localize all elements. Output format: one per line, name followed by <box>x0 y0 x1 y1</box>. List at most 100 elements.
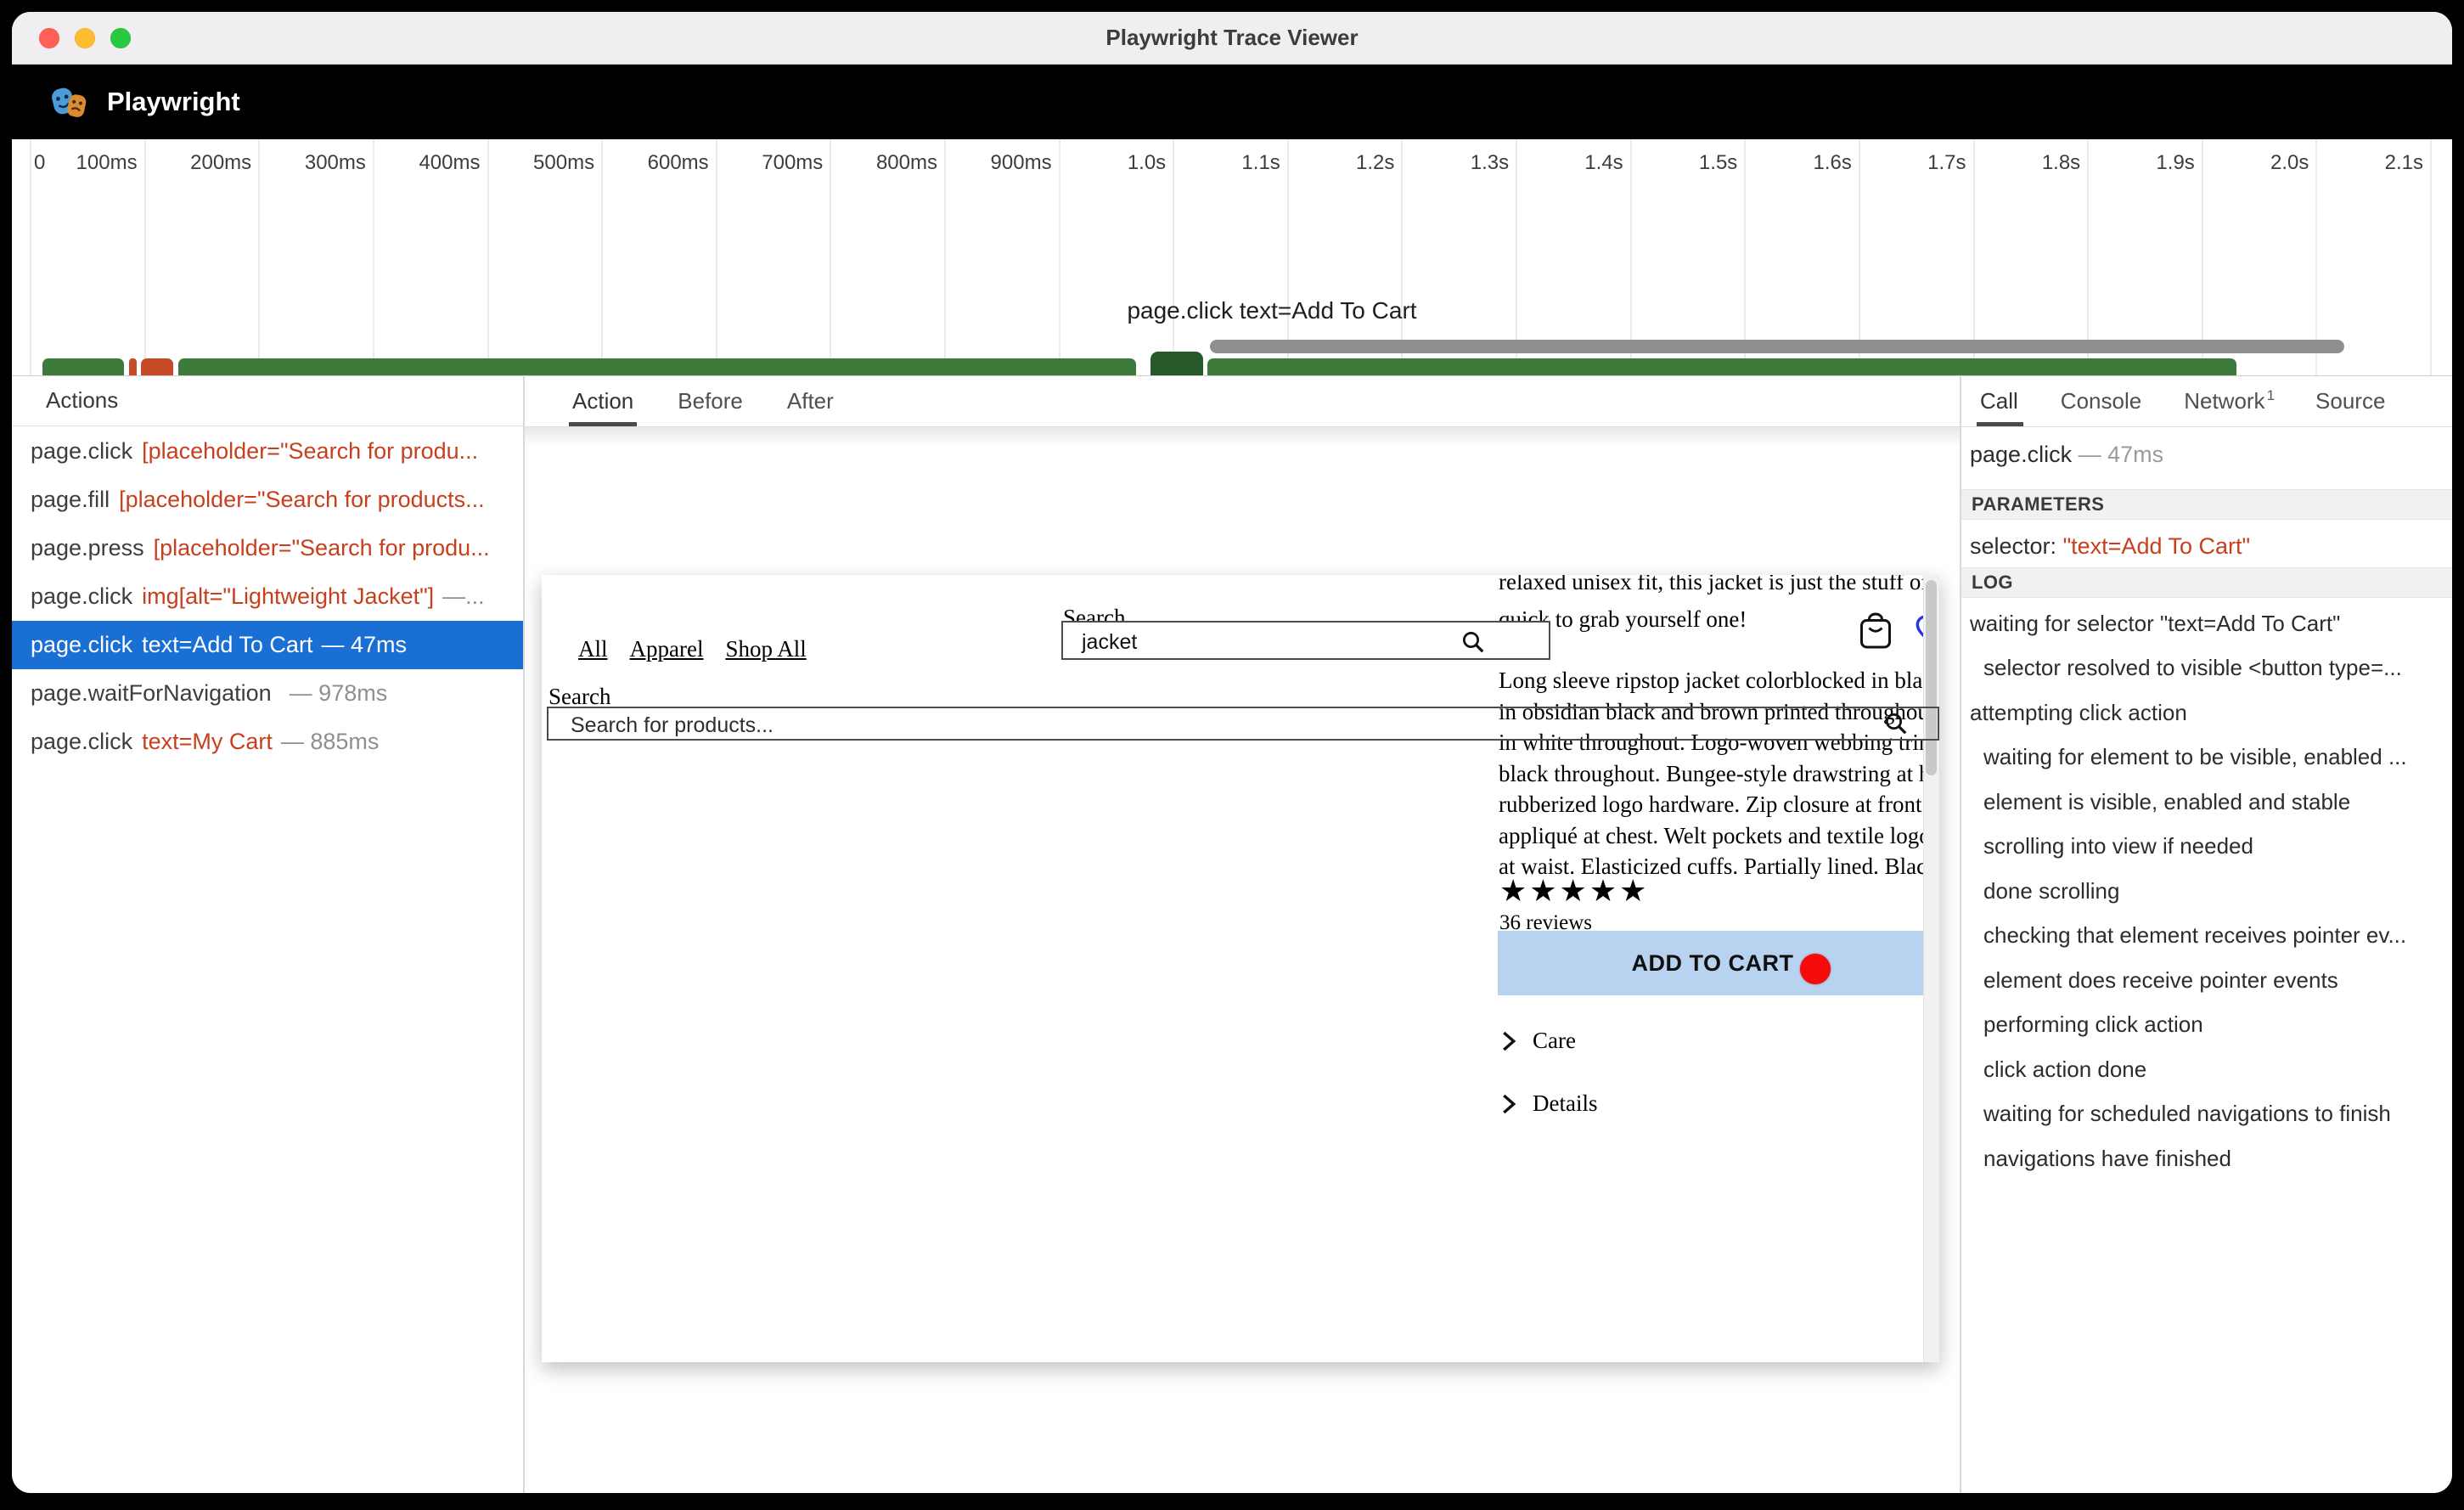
log-entry: waiting for selector "text=Add To Cart" <box>1961 601 2452 646</box>
network-count-badge: 1 <box>2267 387 2275 404</box>
shopping-bag-icon[interactable] <box>1858 612 1893 651</box>
search-input[interactable]: jacket <box>1061 621 1550 660</box>
log-entry: waiting for element to be visible, enabl… <box>1961 735 2452 780</box>
log-entry: element is visible, enabled and stable <box>1961 780 2452 825</box>
time-tick-label: 500ms <box>533 151 594 175</box>
action-duration: — 885ms <box>281 729 380 755</box>
log-section-header: LOG <box>1961 567 2452 598</box>
search-input-value: jacket <box>1082 630 1137 655</box>
title-bar: Playwright Trace Viewer <box>12 12 2452 65</box>
snapshot-nav-link[interactable]: Shop All <box>725 636 806 662</box>
search-products-input[interactable]: Search for products... <box>547 707 1939 741</box>
panel-divider-left[interactable] <box>523 375 525 1493</box>
action-duration: — 978ms <box>290 680 388 707</box>
grid-line <box>373 139 374 375</box>
action-selector: [placeholder="Search for produ... <box>154 535 490 561</box>
playwright-masks-logo-icon <box>49 82 90 122</box>
grid-line <box>601 139 603 375</box>
time-tick-label: 100ms <box>76 151 138 175</box>
action-list-item[interactable]: page.click text=My Cart — 885ms <box>12 718 523 766</box>
snapshot-nav-link[interactable]: Apparel <box>630 636 704 662</box>
search-icon[interactable] <box>1460 629 1486 655</box>
action-method: page.click <box>31 438 132 465</box>
detail-tab-label: Network <box>2184 388 2264 414</box>
time-tick-label: 1.1s <box>1241 151 1280 175</box>
action-selector: img[alt="Lightweight Jacket"] <box>142 583 434 610</box>
grid-line <box>144 139 146 375</box>
action-list-item[interactable]: page.waitForNavigation — 978ms <box>12 669 523 718</box>
product-description-line: rubberized logo hardware. Zip closure at… <box>1499 789 1928 820</box>
detail-tab-label: Console <box>2061 388 2141 414</box>
care-label: Care <box>1533 1028 1576 1054</box>
minimize-button[interactable] <box>75 28 95 48</box>
action-duration: — 47ms <box>321 632 407 658</box>
grid-line <box>487 139 489 375</box>
chevron-right-icon <box>1500 1030 1517 1052</box>
snapshot-scrollbar[interactable] <box>1923 575 1939 1362</box>
grid-line <box>258 139 260 375</box>
action-list-item[interactable]: page.fill [placeholder="Search for produ… <box>12 476 523 524</box>
action-selector: text=My Cart <box>142 729 273 755</box>
detail-tab[interactable]: Call <box>1980 375 2020 426</box>
click-point-indicator <box>1800 954 1831 984</box>
care-expander[interactable]: Care <box>1500 1028 1576 1054</box>
scrollbar-thumb[interactable] <box>1926 580 1937 775</box>
action-list-item[interactable]: page.press [placeholder="Search for prod… <box>12 524 523 572</box>
snapshot-nav-link[interactable]: All <box>578 636 608 662</box>
action-list-item[interactable]: page.click [placeholder="Search for prod… <box>12 427 523 476</box>
action-method: page.click <box>31 729 132 755</box>
details-expander[interactable]: Details <box>1500 1090 1597 1117</box>
close-button[interactable] <box>39 28 59 48</box>
detail-tab[interactable]: Console <box>2061 375 2143 426</box>
time-tick-label: 1.2s <box>1356 151 1394 175</box>
action-method: page.waitForNavigation <box>31 680 272 707</box>
timeline-action-label: page.click text=Add To Cart <box>1127 297 1416 324</box>
time-tick-label: 1.3s <box>1471 151 1509 175</box>
detail-tab[interactable]: Source <box>2315 375 2387 426</box>
parameter-name: selector: <box>1970 533 2056 559</box>
search-products-placeholder: Search for products... <box>571 713 774 738</box>
action-list-item[interactable]: page.click img[alt="Lightweight Jacket"]… <box>12 572 523 621</box>
search-icon[interactable] <box>1883 711 1909 736</box>
parameters-section-header: PARAMETERS <box>1961 489 2452 520</box>
grid-line <box>830 139 831 375</box>
log-entry: checking that element receives pointer e… <box>1961 914 2452 959</box>
snapshot-tab[interactable]: Before <box>678 375 743 426</box>
snapshot-tab-label: Action <box>572 388 633 414</box>
snapshot-text-clipped: relaxed unisex fit, this jacket is just … <box>1499 575 1939 595</box>
action-method: page.press <box>31 535 144 561</box>
window-title: Playwright Trace Viewer <box>1105 25 1358 51</box>
time-tick-label: 900ms <box>991 151 1052 175</box>
action-method: page.click <box>31 632 132 658</box>
time-tick-label: 1.4s <box>1584 151 1623 175</box>
timeline[interactable]: 0100ms200ms300ms400ms500ms600ms700ms800m… <box>12 139 2452 375</box>
action-selector: [placeholder="Search for products... <box>119 487 485 513</box>
time-tick-label: 700ms <box>762 151 823 175</box>
snapshot-tab-label: After <box>787 388 834 414</box>
time-tick-label: 1.0s <box>1128 151 1166 175</box>
log-entry: element does receive pointer events <box>1961 958 2452 1003</box>
add-to-cart-button[interactable]: ADD TO CART <box>1498 931 1927 995</box>
timeline-action-bar[interactable] <box>1210 340 2344 353</box>
action-list-item[interactable]: page.click text=Add To Cart — 47ms <box>12 621 523 669</box>
snapshot-nav-links: All Apparel Shop All <box>578 636 807 662</box>
time-tick-label: 0 <box>34 151 45 175</box>
product-description: Long sleeve ripstop jacket colorblocked … <box>1499 665 1928 882</box>
action-selector: text=Add To Cart <box>142 632 312 658</box>
log-list: waiting for selector "text=Add To Cart"s… <box>1961 601 2452 1181</box>
snapshot-tab-label: Before <box>678 388 743 414</box>
detail-tab[interactable]: Network 1 <box>2184 375 2275 426</box>
grid-line <box>716 139 717 375</box>
action-method: page.click <box>31 583 132 610</box>
zoom-button[interactable] <box>110 28 131 48</box>
time-tick-label: 2.0s <box>2270 151 2309 175</box>
log-entry: selector resolved to visible <button typ… <box>1961 646 2452 691</box>
grid-line <box>1059 139 1060 375</box>
time-tick-label: 2.1s <box>2385 151 2423 175</box>
time-tick-label: 300ms <box>305 151 366 175</box>
snapshot-tab[interactable]: After <box>787 375 834 426</box>
snapshot-tab[interactable]: Action <box>572 375 633 426</box>
app-header: Playwright <box>12 65 2452 139</box>
action-duration: —... <box>442 583 485 610</box>
page-snapshot: relaxed unisex fit, this jacket is just … <box>542 575 1939 1362</box>
